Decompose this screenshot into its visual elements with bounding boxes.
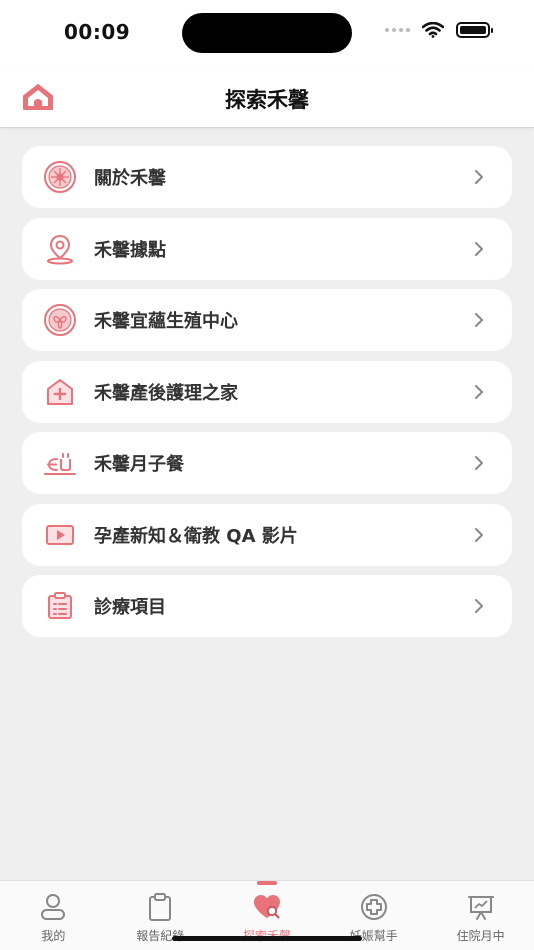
chevron-right-icon [472,597,486,615]
location-pin-icon [47,234,73,264]
cellular-signal-icon [385,28,410,32]
wifi-icon [422,22,444,38]
clipboard-list-icon [48,592,72,619]
page-title: 探索禾馨 [225,88,309,112]
chevron-right-icon [472,168,486,186]
battery-icon [456,22,493,38]
menu-item-services[interactable]: 診療項目 [22,575,512,637]
tab-label: 我的 [41,929,66,943]
menu-item-label: 禾馨據點 [94,239,166,261]
tab-profile[interactable]: 我的 [0,881,107,950]
menu-item-education-videos[interactable]: 孕產新知＆衛教 QA 影片 [22,503,512,566]
person-icon [41,894,66,920]
clinic-emblem-icon [44,161,76,193]
presentation-icon [467,896,494,920]
chevron-right-icon [472,383,486,401]
active-tab-indicator [256,881,277,885]
menu-item-label: 禾馨月子餐 [94,454,184,475]
fertility-emblem-icon [44,304,76,336]
status-icons [385,22,493,38]
status-time: 00:09 [64,20,131,44]
nav-header: 探索禾馨 [0,66,534,128]
chevron-right-icon [472,240,486,258]
menu-list: 關於禾馨 禾馨據點 禾馨宜蘊生殖中心 禾馨產後護理之家 禾馨月子餐 孕產新知＆衛… [22,146,512,647]
status-bar: 00:09 [0,0,534,66]
video-play-icon [46,524,74,545]
chevron-right-icon [472,526,486,544]
menu-item-label: 禾馨產後護理之家 [94,382,238,404]
menu-item-label: 關於禾馨 [94,168,166,189]
heart-search-icon [253,895,280,919]
menu-item-postpartum-care[interactable]: 禾馨產後護理之家 [22,360,512,423]
menu-item-label: 禾馨宜蘊生殖中心 [94,311,238,332]
clipboard-icon [149,893,172,921]
medical-cross-icon [360,894,387,920]
meal-icon [44,453,76,475]
medical-house-icon [47,378,73,405]
chevron-right-icon [472,454,486,472]
chevron-right-icon [472,311,486,329]
menu-item-about[interactable]: 關於禾馨 [22,146,512,208]
dynamic-island [182,13,352,53]
menu-item-label: 診療項目 [94,597,166,618]
menu-item-locations[interactable]: 禾馨據點 [22,217,512,280]
tab-hospital-stay[interactable]: 住院月中 [427,881,534,950]
tab-label: 住院月中 [456,929,505,943]
home-indicator [172,936,362,941]
menu-item-fertility-center[interactable]: 禾馨宜蘊生殖中心 [22,289,512,351]
menu-item-label: 孕產新知＆衛教 QA 影片 [94,525,298,547]
menu-item-confinement-meals[interactable]: 禾馨月子餐 [22,432,512,494]
